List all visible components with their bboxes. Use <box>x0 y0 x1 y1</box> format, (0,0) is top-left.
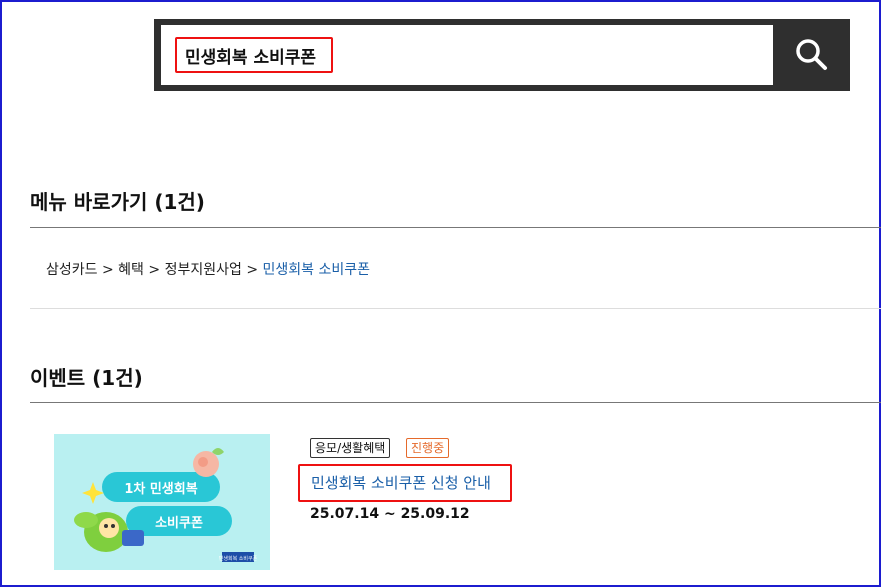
search-field-container[interactable] <box>161 25 773 85</box>
svg-text:민생회복 소비쿠폰: 민생회복 소비쿠폰 <box>219 555 258 562</box>
breadcrumb-separator: > <box>148 262 161 278</box>
status-badge: 진행중 <box>406 438 450 458</box>
event-thumbnail[interactable]: 1차 민생회복 소비쿠폰 민생회복 소비쿠폰 <box>54 434 270 570</box>
breadcrumb-current[interactable]: 민생회복 소비쿠폰 <box>263 262 371 278</box>
thumbnail-line1: 1차 민생회복 <box>124 481 197 497</box>
event-thumbnail-illustration: 1차 민생회복 소비쿠폰 민생회복 소비쿠폰 <box>54 434 270 570</box>
menu-section-title: 메뉴 바로가기 (1건) <box>30 190 205 214</box>
divider <box>30 308 881 309</box>
search-input[interactable] <box>175 37 333 73</box>
event-date: 25.07.14 ~ 25.09.12 <box>310 506 470 522</box>
search-button[interactable] <box>774 19 850 91</box>
divider <box>30 227 881 228</box>
breadcrumb-item[interactable]: 삼성카드 <box>46 262 98 278</box>
breadcrumb-item[interactable]: 정부지원사업 <box>165 262 242 278</box>
category-tag: 응모/생활혜택 <box>310 438 391 458</box>
event-section-title: 이벤트 (1건) <box>30 366 143 390</box>
search-bar <box>154 19 850 91</box>
breadcrumb-item[interactable]: 혜택 <box>118 262 144 278</box>
divider <box>30 402 881 403</box>
event-title-link[interactable]: 민생회복 소비쿠폰 신청 안내 <box>298 464 512 502</box>
thumbnail-line2: 소비쿠폰 <box>155 516 203 531</box>
card-icon <box>122 530 144 546</box>
breadcrumb-separator: > <box>246 262 259 278</box>
breadcrumb-separator: > <box>101 262 114 278</box>
breadcrumb[interactable]: 삼성카드 > 혜택 > 정부지원사업 > 민생회복 소비쿠폰 <box>46 259 370 279</box>
thumbnail-logo: 민생회복 소비쿠폰 <box>219 552 258 562</box>
search-icon <box>796 39 827 70</box>
